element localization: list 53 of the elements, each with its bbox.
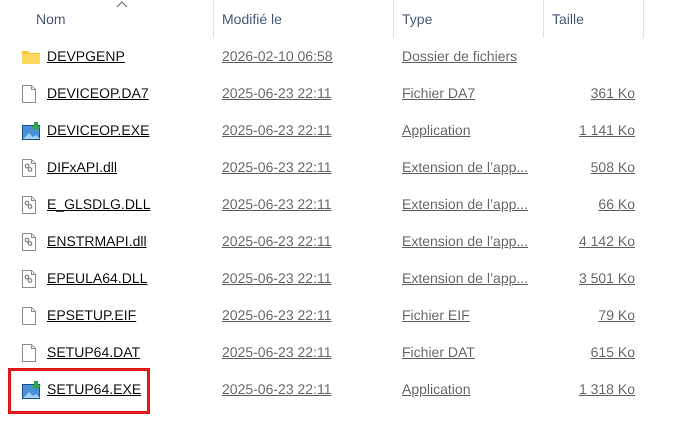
file-type: Application [402, 381, 470, 397]
file-icon [22, 306, 36, 324]
column-header[interactable]: Type [402, 8, 432, 30]
file-name[interactable]: DEVICEOP.EXE [47, 120, 150, 141]
modified-date: 2025-06-23 22:11 [222, 270, 332, 286]
file-type: Fichier DAT [402, 344, 475, 360]
file-name[interactable]: EPSETUP.EIF [47, 305, 136, 326]
gears-file-icon [22, 158, 36, 176]
modified-date: 2025-06-23 22:11 [222, 233, 332, 249]
file-name[interactable]: SETUP64.EXE [47, 379, 142, 400]
column-header[interactable]: Modifié le [222, 8, 282, 30]
file-size: 361 Ko [590, 84, 635, 103]
modified-date: 2025-06-23 22:11 [222, 122, 332, 138]
modified-date: 2025-06-23 22:11 [222, 85, 332, 101]
file-size: 79 Ko [598, 306, 635, 325]
file-type: Extension de l’app... [402, 270, 528, 286]
installer-icon [22, 122, 42, 140]
file-type: Fichier DA7 [402, 85, 476, 101]
file-name[interactable]: ENSTRMAPI.dll [47, 231, 147, 252]
modified-date: 2025-06-23 22:11 [222, 344, 332, 360]
gears-file-icon [22, 270, 36, 288]
file-size: 66 Ko [598, 195, 635, 214]
column-header[interactable]: Taille [552, 8, 584, 30]
modified-date: 2025-06-23 22:11 [222, 381, 332, 397]
modified-date: 2026-02-10 06:58 [222, 48, 333, 64]
file-type: Extension de l’app... [402, 159, 528, 175]
file-size: 3 501 Ko [578, 269, 635, 288]
installer-icon [22, 380, 42, 398]
file-type: Dossier de fichiers [402, 48, 518, 64]
file-icon [22, 344, 36, 362]
file-name[interactable]: DEVICEOP.DA7 [47, 83, 149, 104]
file-type: Extension de l’app... [402, 196, 528, 212]
file-size: 1 318 Ko [578, 380, 635, 399]
modified-date: 2025-06-23 22:11 [222, 307, 332, 323]
file-type: Fichier EIF [402, 307, 470, 323]
file-name[interactable]: DEVPGENP [47, 46, 125, 67]
file-size: 4 142 Ko [578, 232, 635, 251]
folder-icon [22, 50, 40, 64]
file-type: Application [402, 122, 470, 138]
file-size: 508 Ko [590, 158, 635, 177]
file-type: Extension de l’app... [402, 233, 528, 249]
file-name[interactable]: E_GLSDLG.DLL [47, 194, 150, 215]
file-size: 1 141 Ko [578, 121, 635, 140]
gears-file-icon [22, 196, 36, 214]
file-icon [22, 84, 36, 102]
file-name[interactable]: DIFxAPI.dll [47, 157, 118, 178]
modified-date: 2025-06-23 22:11 [222, 159, 332, 175]
modified-date: 2025-06-23 22:11 [222, 196, 332, 212]
gears-file-icon [22, 232, 36, 250]
file-size: 615 Ko [590, 343, 635, 362]
file-name[interactable]: EPEULA64.DLL [47, 268, 148, 289]
file-name[interactable]: SETUP64.DAT [47, 342, 140, 363]
column-header[interactable]: Nom [36, 8, 66, 30]
